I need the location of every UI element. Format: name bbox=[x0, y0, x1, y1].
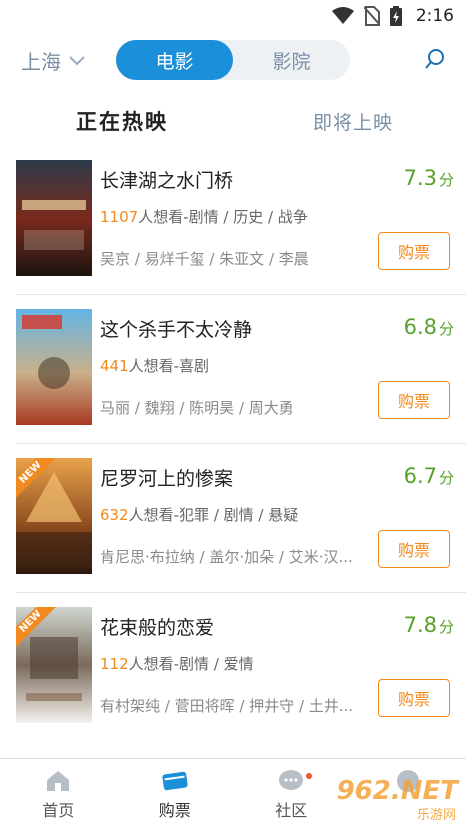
want-text: 人想看-喜剧 bbox=[128, 357, 210, 375]
movie-poster[interactable] bbox=[16, 309, 92, 425]
want-count: 632 bbox=[100, 506, 129, 524]
movie-info: 632人想看-犯罪 / 剧情 / 悬疑 bbox=[100, 504, 298, 525]
movie-cast: 马丽 / 魏翔 / 陈明昊 / 周大勇 bbox=[100, 399, 294, 417]
movie-score: 6.8 分 bbox=[404, 315, 454, 339]
movie-cast: 有村架纯 / 菅田将晖 / 押井守 / 土井... bbox=[100, 697, 354, 715]
buy-ticket-button[interactable]: 购票 bbox=[378, 232, 450, 270]
movie-info: 441人想看-喜剧 bbox=[100, 355, 209, 376]
score-unit: 分 bbox=[438, 320, 454, 338]
want-count: 112 bbox=[100, 655, 129, 673]
movie-poster[interactable] bbox=[16, 160, 92, 276]
tab-coming-soon[interactable]: 即将上映 bbox=[313, 108, 393, 135]
segment-cinemas[interactable]: 影院 bbox=[233, 40, 350, 80]
segment-movies[interactable]: 电影 bbox=[116, 40, 233, 80]
segment-control: 电影 影院 bbox=[116, 40, 350, 80]
nav-community[interactable]: 社区 bbox=[233, 759, 350, 828]
movie-poster[interactable]: NEW bbox=[16, 607, 92, 723]
city-selector[interactable]: 上海 bbox=[21, 46, 85, 75]
ticket-icon bbox=[162, 771, 188, 791]
notification-dot bbox=[305, 773, 312, 779]
wifi-icon bbox=[331, 7, 354, 24]
want-text: 人想看-犯罪 / 剧情 / 悬疑 bbox=[128, 506, 299, 524]
want-text: 人想看-剧情 / 历史 / 战争 bbox=[138, 208, 308, 226]
chat-icon bbox=[279, 770, 304, 790]
buy-ticket-button[interactable]: 购票 bbox=[378, 679, 450, 717]
no-sim-icon bbox=[363, 6, 380, 26]
tab-now-showing[interactable]: 正在热映 bbox=[76, 106, 168, 136]
status-bar: 2:16 bbox=[0, 0, 466, 32]
buy-ticket-button[interactable]: 购票 bbox=[378, 530, 450, 568]
score-unit: 分 bbox=[438, 618, 454, 636]
want-count: 1107 bbox=[100, 208, 139, 226]
chevron-down-icon bbox=[69, 55, 85, 65]
nav-home-label: 首页 bbox=[42, 801, 75, 820]
nav-tickets[interactable]: 购票 bbox=[117, 759, 234, 828]
home-icon bbox=[47, 771, 70, 791]
movie-item[interactable]: NEW 花束般的恋爱 7.8 分 112人想看-剧情 / 爱情 有村架纯 / 菅田… bbox=[16, 593, 466, 742]
movie-info: 1107人想看-剧情 / 历史 / 战争 bbox=[100, 206, 308, 227]
city-label: 上海 bbox=[21, 50, 61, 74]
score-value: 6.8 bbox=[403, 315, 437, 339]
score-value: 7.8 bbox=[403, 613, 437, 637]
score-value: 6.7 bbox=[403, 464, 437, 488]
search-icon[interactable] bbox=[424, 48, 446, 70]
clock: 2:16 bbox=[415, 6, 454, 26]
score-unit: 分 bbox=[438, 171, 454, 189]
movie-title: 花束般的恋爱 bbox=[100, 617, 215, 639]
movie-item[interactable]: 长津湖之水门桥 7.3 分 1107人想看-剧情 / 历史 / 战争 吴京 / 易… bbox=[16, 146, 466, 295]
movie-item[interactable]: NEW 尼罗河上的惨案 6.7 分 632人想看-犯罪 / 剧情 / 悬疑 肯尼思… bbox=[16, 444, 466, 593]
watermark-logo: 962.NET bbox=[336, 776, 458, 806]
watermark-sub: 乐游网 bbox=[416, 808, 456, 823]
movie-score: 6.7 分 bbox=[404, 464, 454, 488]
movie-poster[interactable]: NEW bbox=[16, 458, 92, 574]
movie-score: 7.8 分 bbox=[404, 613, 454, 637]
want-text: 人想看-剧情 / 爱情 bbox=[128, 655, 254, 673]
battery-charging-icon bbox=[389, 6, 402, 26]
score-value: 7.3 bbox=[403, 166, 437, 190]
score-unit: 分 bbox=[438, 469, 454, 487]
movie-item[interactable]: 这个杀手不太冷静 6.8 分 441人想看-喜剧 马丽 / 魏翔 / 陈明昊 / … bbox=[16, 295, 466, 444]
movie-title: 长津湖之水门桥 bbox=[100, 170, 234, 192]
list-tabs: 正在热映 即将上映 bbox=[0, 106, 466, 142]
top-bar: 上海 电影 影院 bbox=[0, 38, 466, 82]
nav-home[interactable]: 首页 bbox=[0, 759, 117, 828]
movie-title: 这个杀手不太冷静 bbox=[100, 319, 253, 341]
buy-ticket-button[interactable]: 购票 bbox=[378, 381, 450, 419]
movie-list: 长津湖之水门桥 7.3 分 1107人想看-剧情 / 历史 / 战争 吴京 / 易… bbox=[0, 146, 466, 742]
movie-score: 7.3 分 bbox=[404, 166, 454, 190]
movie-cast: 肯尼思·布拉纳 / 盖尔·加朵 / 艾米·汉... bbox=[100, 548, 353, 566]
movie-title: 尼罗河上的惨案 bbox=[100, 468, 234, 490]
want-count: 441 bbox=[100, 357, 129, 375]
movie-cast: 吴京 / 易烊千玺 / 朱亚文 / 李晨 bbox=[100, 250, 309, 268]
nav-community-label: 社区 bbox=[275, 801, 308, 820]
movie-info: 112人想看-剧情 / 爱情 bbox=[100, 653, 254, 674]
nav-tickets-label: 购票 bbox=[158, 801, 191, 820]
